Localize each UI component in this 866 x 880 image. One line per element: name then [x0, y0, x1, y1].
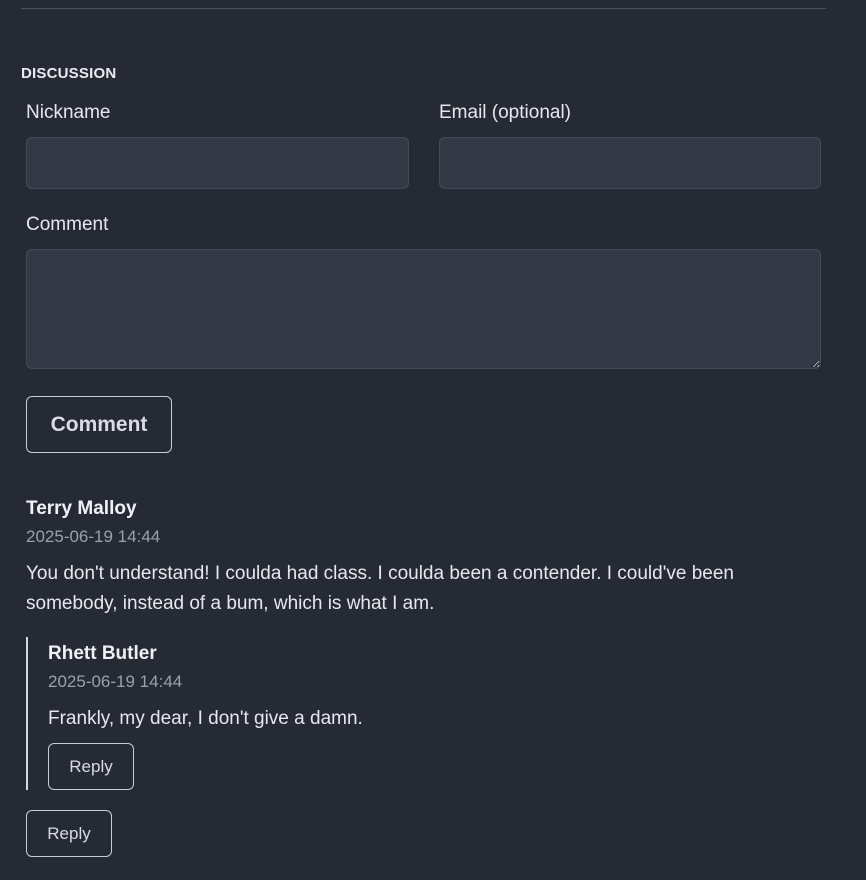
reply-button[interactable]: Reply [26, 810, 112, 857]
email-label: Email (optional) [439, 102, 571, 123]
email-input[interactable] [439, 137, 821, 189]
reply-timestamp: 2025-06-19 14:44 [48, 672, 183, 691]
comment-text: You don't understand! I coulda had class… [26, 563, 734, 614]
reply-button-nested[interactable]: Reply [48, 743, 134, 790]
submit-comment-button[interactable]: Comment [26, 396, 172, 453]
nickname-label: Nickname [26, 102, 111, 123]
nickname-input[interactable] [26, 137, 409, 189]
top-divider [21, 8, 826, 9]
comment-textarea[interactable] [26, 249, 821, 369]
reply-indent-bar [26, 637, 28, 790]
discussion-heading: DISCUSSION [21, 65, 117, 82]
comment-timestamp: 2025-06-19 14:44 [26, 527, 161, 546]
reply-author: Rhett Butler [48, 643, 157, 664]
comment-author: Terry Malloy [26, 498, 137, 519]
reply-text: Frankly, my dear, I don't give a damn. [48, 708, 363, 729]
comment-label: Comment [26, 214, 109, 235]
discussion-page: DISCUSSION Nickname Email (optional) Com… [0, 0, 866, 880]
